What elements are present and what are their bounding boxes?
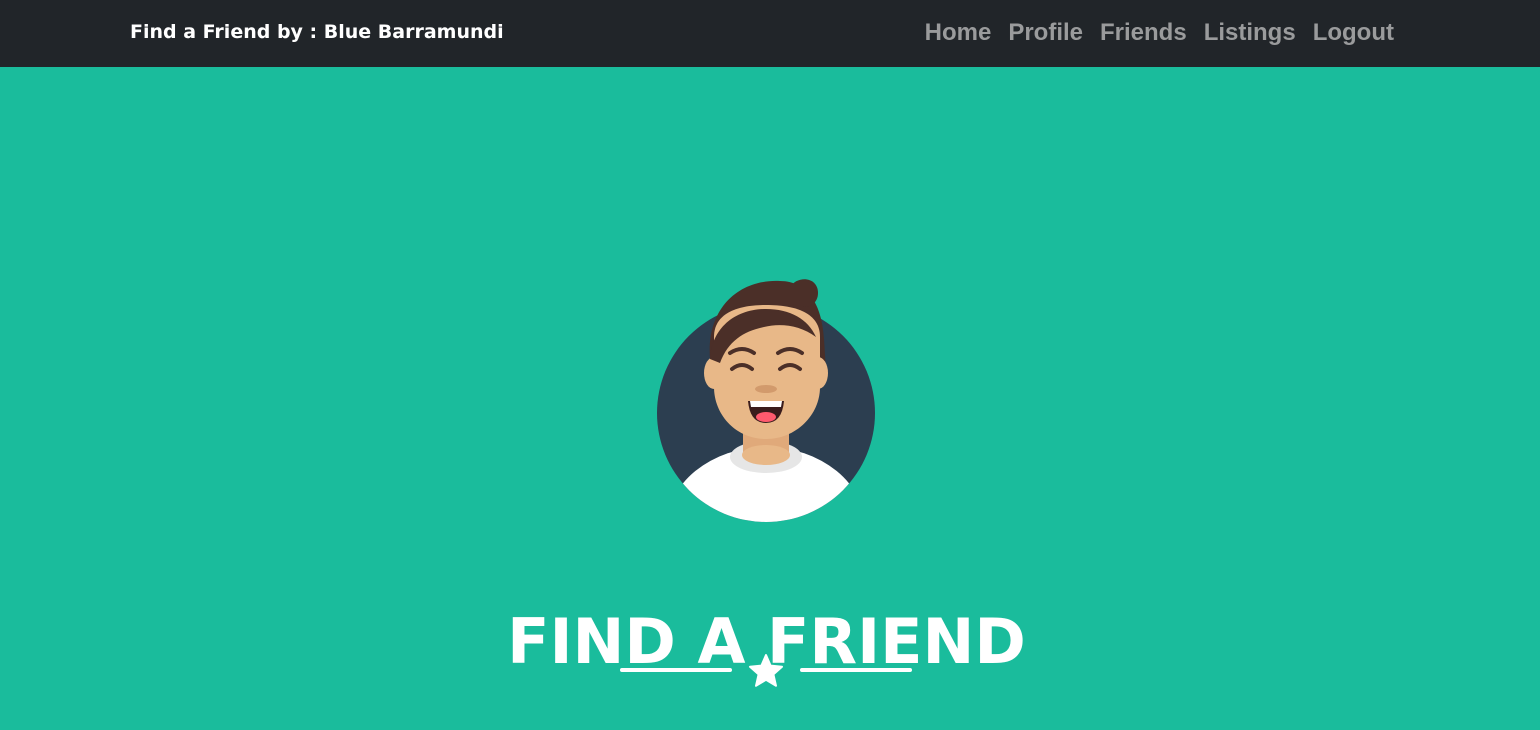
star-icon — [749, 654, 783, 687]
divider-line-right — [800, 668, 912, 672]
masthead: FIND A FRIEND — [0, 67, 1540, 730]
nav-link-logout[interactable]: Logout — [1313, 18, 1394, 48]
nav-link-listings[interactable]: Listings — [1204, 18, 1296, 48]
avatar-icon — [657, 279, 875, 522]
navbar-brand[interactable]: Find a Friend by : Blue Barramundi — [130, 19, 504, 45]
star-divider — [620, 653, 912, 687]
nav-links: Home Profile Friends Listings Logout — [925, 18, 1394, 48]
nav-link-home[interactable]: Home — [925, 18, 992, 48]
divider-line-left — [620, 668, 732, 672]
navbar: Find a Friend by : Blue Barramundi Home … — [0, 0, 1540, 67]
nav-link-profile[interactable]: Profile — [1008, 18, 1083, 48]
nav-link-friends[interactable]: Friends — [1100, 18, 1187, 48]
